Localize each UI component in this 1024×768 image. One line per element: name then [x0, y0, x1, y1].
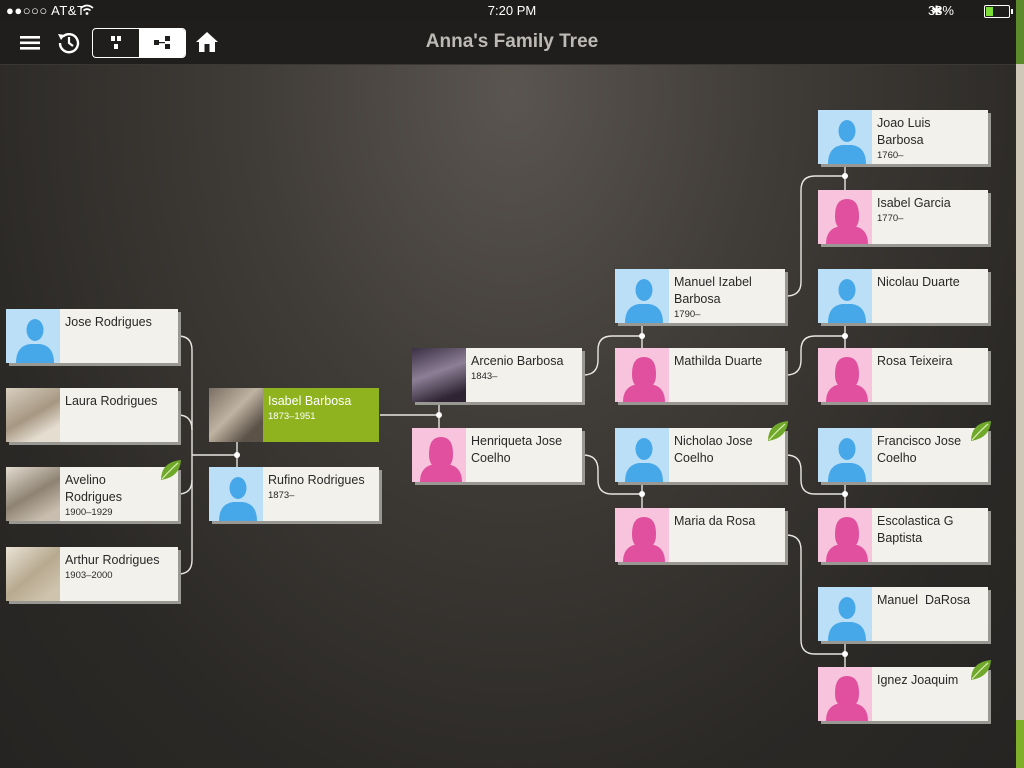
person-card-laura-rodrigues[interactable]: Laura Rodrigues — [6, 388, 178, 442]
female-silhouette-icon — [615, 348, 669, 402]
person-name: Mathilda Duarte — [674, 354, 763, 368]
leaf-hint-icon[interactable] — [158, 457, 184, 483]
male-silhouette-icon — [818, 428, 872, 482]
leaf-hint-icon[interactable] — [968, 657, 994, 683]
female-silhouette-icon — [818, 508, 872, 562]
female-silhouette-icon — [818, 667, 872, 721]
person-card-manuel-darosa[interactable]: Manuel DaRosa — [818, 587, 988, 641]
person-card-jose-rodrigues[interactable]: Jose Rodrigues — [6, 309, 178, 363]
person-photo — [6, 388, 60, 442]
person-name: Maria da Rosa — [674, 514, 756, 528]
person-card-arthur-rodrigues[interactable]: Arthur Rodrigues 1903–2000 — [6, 547, 178, 601]
person-card-manuel-izabel-barbosa[interactable]: Manuel Izabel Barbosa 1790– — [615, 269, 785, 323]
person-photo — [6, 547, 60, 601]
person-dates: 1873– — [268, 490, 295, 501]
person-card-arcenio-barbosa[interactable]: Arcenio Barbosa 1843– — [412, 348, 582, 402]
person-card-isabel-barbosa[interactable]: Isabel Barbosa 1873–1951 — [209, 388, 379, 442]
person-name: Francisco Jose Coelho — [877, 434, 962, 465]
person-card-ignez-joaquim[interactable]: Ignez Joaquim — [818, 660, 991, 721]
person-dates: 1760– — [877, 150, 904, 161]
person-name: Rufino Rodrigues — [268, 473, 365, 487]
person-name: Joao Luis Barbosa — [877, 116, 931, 147]
person-card-joao-luis-barbosa[interactable]: Joao Luis Barbosa 1760– — [818, 110, 988, 164]
person-dates: 1903–2000 — [65, 570, 113, 581]
person-name: Nicholao Jose Coelho — [674, 434, 753, 465]
male-silhouette-icon — [6, 309, 60, 363]
person-name: Henriqueta Jose Coelho — [471, 434, 563, 465]
person-card-henriqueta-coelho[interactable]: Henriqueta Jose Coelho — [412, 428, 582, 482]
person-photo — [6, 467, 60, 521]
male-silhouette-icon — [818, 110, 872, 164]
person-dates: 1873–1951 — [268, 411, 316, 422]
person-name: Rosa Teixeira — [877, 354, 953, 368]
person-card-avelino-rodrigues[interactable]: Avelino Rodrigues 1900–1929 — [6, 460, 181, 521]
person-card-mathilda-duarte[interactable]: Mathilda Duarte — [615, 348, 785, 402]
side-panel-edge — [1016, 0, 1024, 768]
male-silhouette-icon — [209, 467, 263, 521]
person-name: Manuel Izabel Barbosa — [674, 275, 752, 306]
person-name: Manuel DaRosa — [877, 593, 971, 607]
person-name: Jose Rodrigues — [65, 315, 152, 329]
person-card-escolastica-baptista[interactable]: Escolastica G Baptista — [818, 508, 988, 562]
female-silhouette-icon — [615, 508, 669, 562]
person-name: Avelino Rodrigues — [65, 473, 122, 504]
leaf-hint-icon[interactable] — [968, 418, 994, 444]
person-name: Arthur Rodrigues — [65, 553, 160, 567]
person-name: Arcenio Barbosa — [471, 354, 564, 368]
person-photo — [209, 388, 263, 442]
person-name: Ignez Joaquim — [877, 673, 959, 687]
leaf-hint-icon[interactable] — [765, 418, 791, 444]
person-card-rufino-rodrigues[interactable]: Rufino Rodrigues 1873– — [209, 467, 379, 521]
female-silhouette-icon — [818, 190, 872, 244]
person-name: Isabel Garcia — [877, 196, 951, 210]
male-silhouette-icon — [818, 269, 872, 323]
person-card-rosa-teixeira[interactable]: Rosa Teixeira — [818, 348, 988, 402]
person-dates: 1843– — [471, 371, 498, 382]
male-silhouette-icon — [615, 269, 669, 323]
person-name: Isabel Barbosa — [268, 394, 352, 408]
person-name: Laura Rodrigues — [65, 394, 158, 408]
male-silhouette-icon — [615, 428, 669, 482]
person-dates: 1770– — [877, 213, 904, 224]
person-card-francisco-coelho[interactable]: Francisco Jose Coelho — [818, 421, 991, 482]
person-card-isabel-garcia[interactable]: Isabel Garcia 1770– — [818, 190, 988, 244]
person-name: Nicolau Duarte — [877, 275, 960, 289]
male-silhouette-icon — [818, 587, 872, 641]
female-silhouette-icon — [818, 348, 872, 402]
person-card-nicolau-duarte[interactable]: Nicolau Duarte — [818, 269, 988, 323]
female-silhouette-icon — [412, 428, 466, 482]
person-photo — [412, 348, 466, 402]
person-card-nicholao-coelho[interactable]: Nicholao Jose Coelho — [615, 421, 788, 482]
person-card-maria-da-rosa[interactable]: Maria da Rosa — [615, 508, 785, 562]
person-dates: 1790– — [674, 309, 701, 320]
person-name: Escolastica G Baptista — [877, 514, 954, 545]
person-dates: 1900–1929 — [65, 507, 113, 518]
